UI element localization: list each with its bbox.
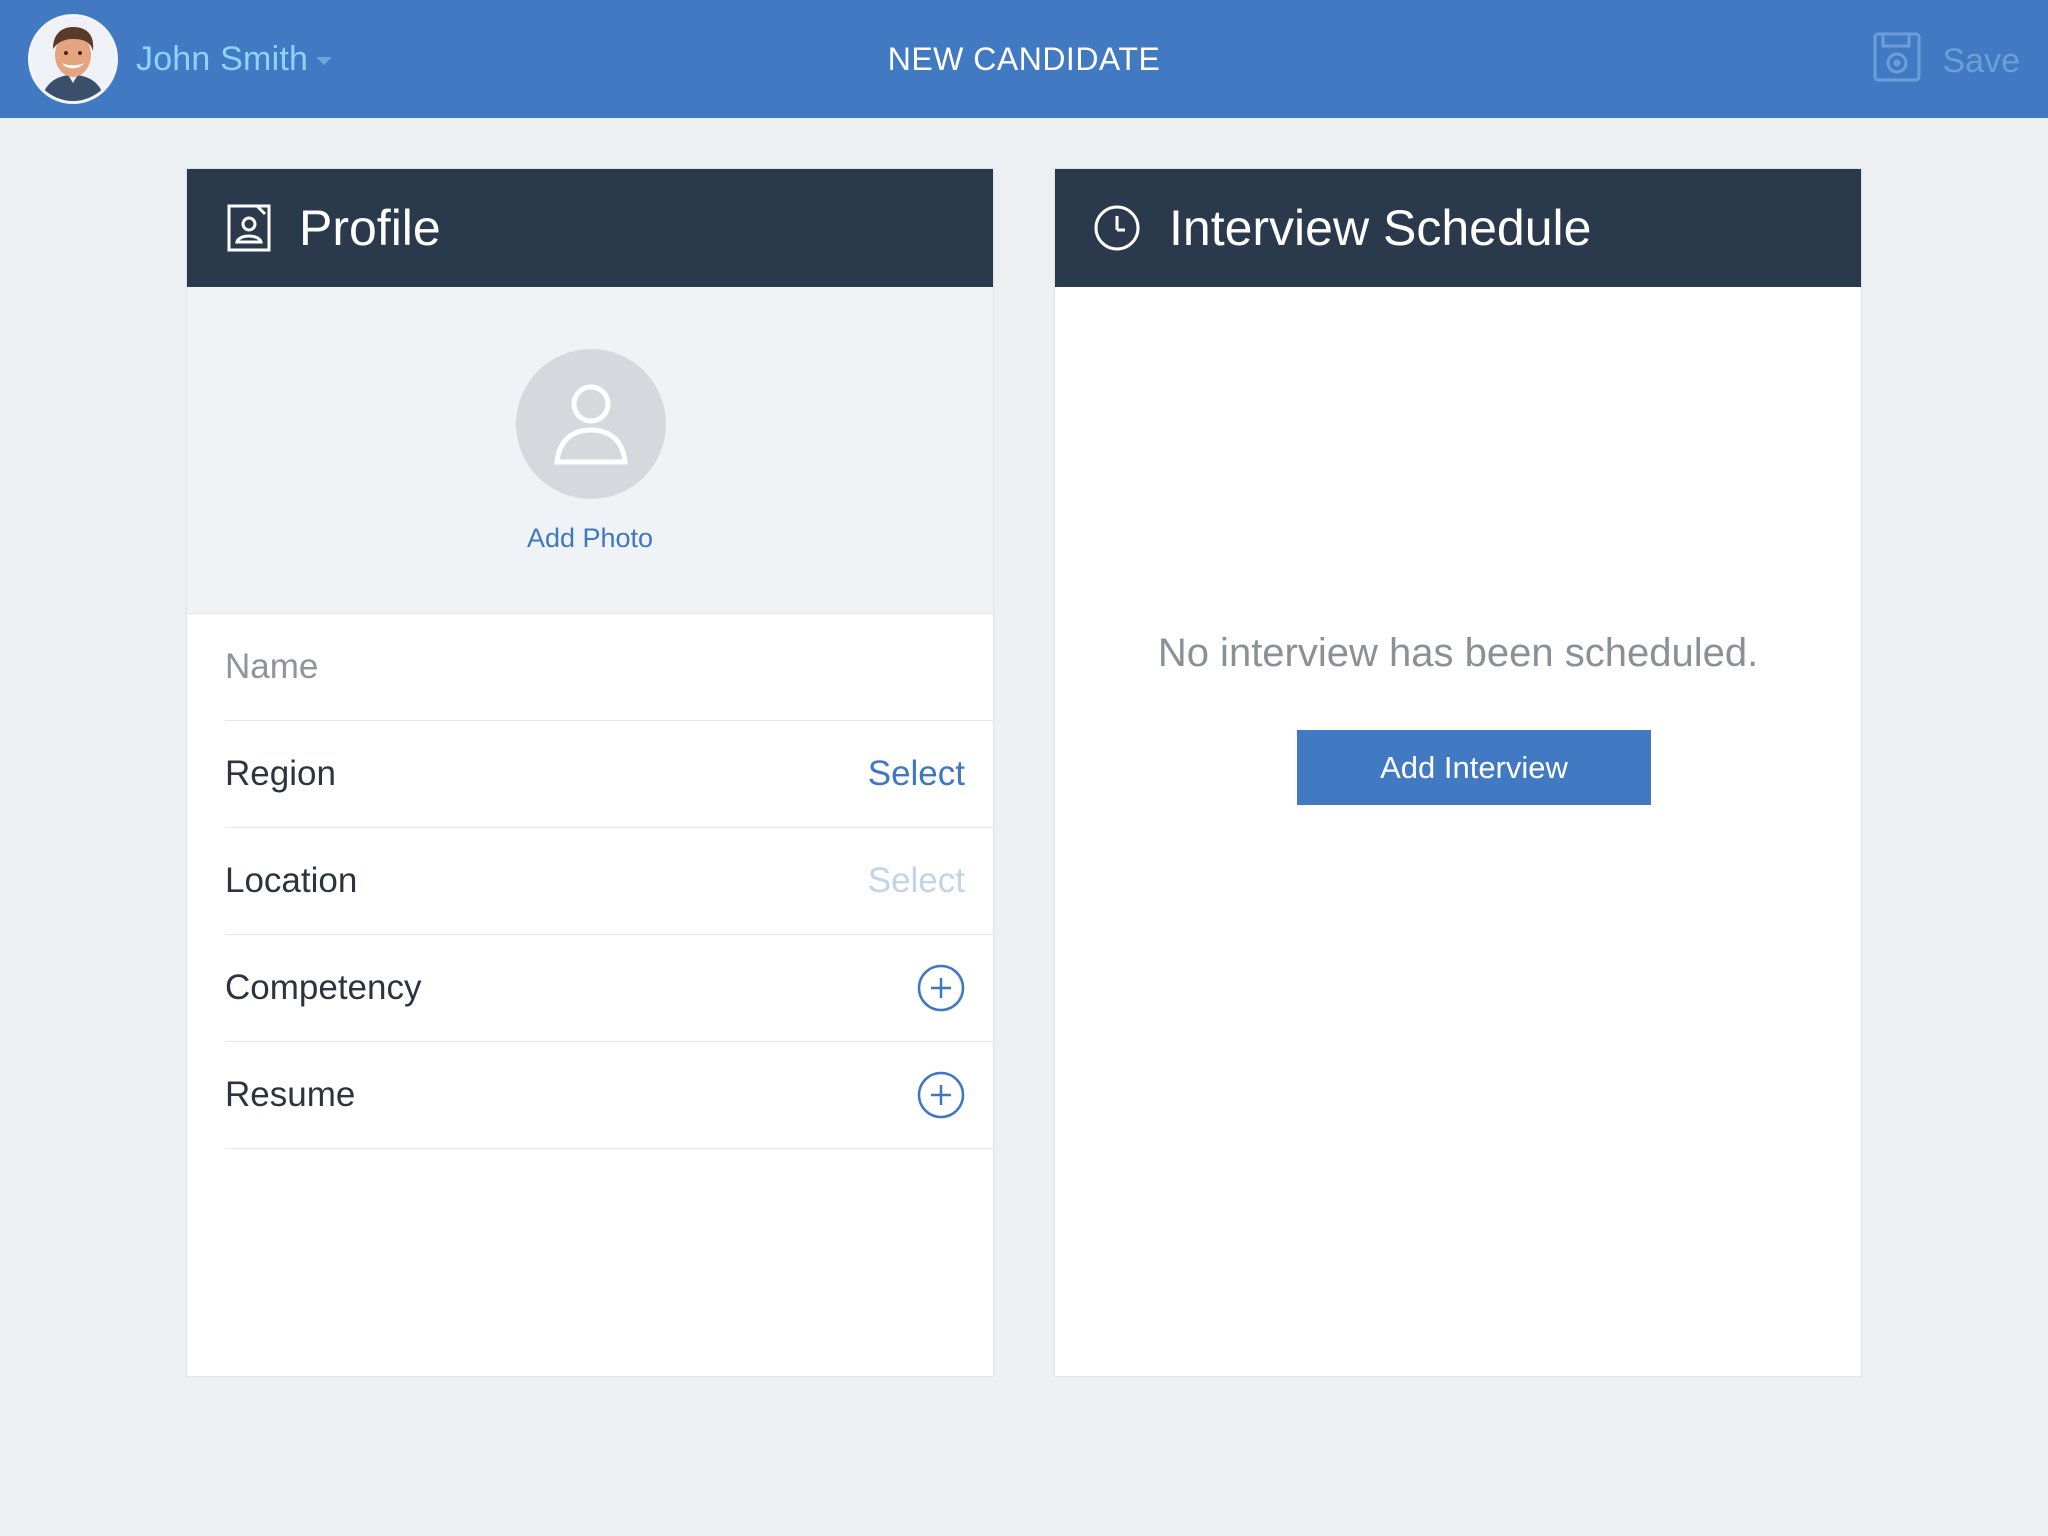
location-label: Location (225, 861, 358, 900)
photo-area: Add Photo (187, 287, 993, 614)
schedule-title: Interview Schedule (1169, 200, 1592, 256)
floppy-disk-icon (1873, 32, 1921, 91)
interview-schedule-card: Interview Schedule No interview has been… (1054, 168, 1862, 1377)
resume-label: Resume (225, 1075, 356, 1114)
location-select[interactable]: Select (868, 861, 965, 901)
location-row[interactable]: Location Select (225, 828, 993, 935)
plus-circle-icon (917, 964, 965, 1012)
profile-title: Profile (299, 200, 441, 256)
profile-card: Profile Add Photo Name Region Select Loc… (186, 168, 994, 1377)
add-photo-link[interactable]: Add Photo (187, 523, 993, 554)
contact-card-icon (227, 204, 271, 252)
region-row[interactable]: Region Select (225, 721, 993, 828)
add-resume-button[interactable] (917, 1071, 965, 1119)
top-navigation-bar: John Smith NEW CANDIDATE Save (0, 0, 2048, 118)
empty-state-message: No interview has been scheduled. (1157, 631, 1759, 675)
region-label: Region (225, 754, 336, 793)
add-interview-button[interactable]: Add Interview (1297, 730, 1651, 805)
person-silhouette-icon (554, 384, 628, 465)
name-field[interactable]: Name (225, 614, 993, 721)
name-placeholder[interactable]: Name (225, 647, 318, 687)
schedule-card-header: Interview Schedule (1055, 169, 1861, 287)
profile-form: Name Region Select Location Select Compe… (187, 614, 993, 1149)
competency-label: Competency (225, 968, 422, 1007)
save-button[interactable]: Save (1873, 32, 2021, 91)
page-title: NEW CANDIDATE (887, 41, 1161, 77)
resume-row[interactable]: Resume (225, 1042, 993, 1149)
photo-placeholder[interactable] (516, 349, 666, 499)
plus-circle-icon (917, 1071, 965, 1119)
save-label: Save (1942, 42, 2021, 80)
region-select[interactable]: Select (868, 754, 965, 794)
add-competency-button[interactable] (917, 964, 965, 1012)
profile-card-header: Profile (187, 169, 993, 287)
clock-icon (1093, 204, 1141, 252)
competency-row[interactable]: Competency (225, 935, 993, 1042)
